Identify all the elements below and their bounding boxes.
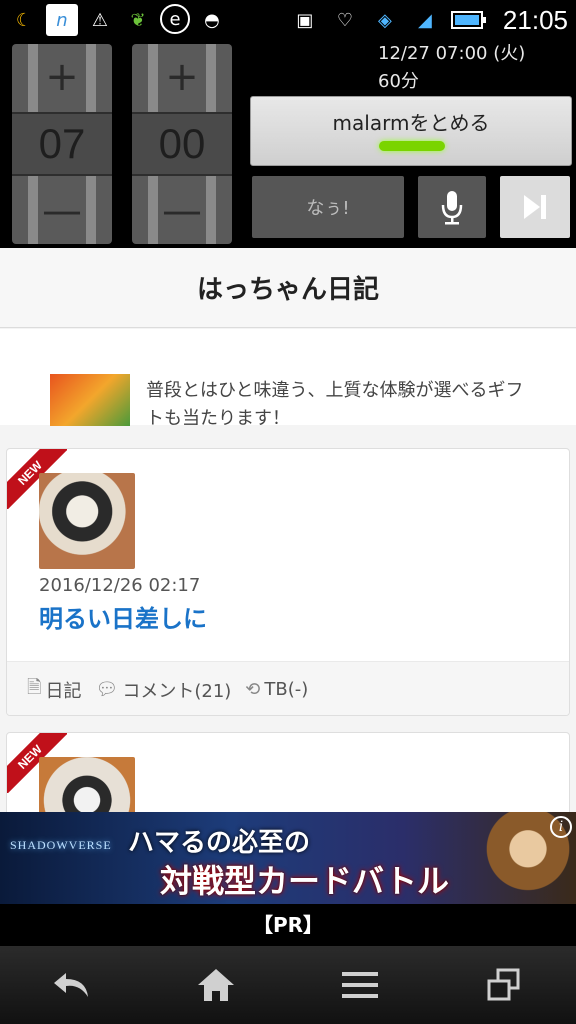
trackback-icon: ⟲ [245, 679, 261, 700]
post-card[interactable]: NEW 2016/12/26 02:17 明るい日差しに 🗎 日記 💬︎ コメン… [6, 448, 570, 716]
wifi-icon: ◈ [378, 9, 392, 31]
back-button[interactable] [22, 950, 122, 1020]
heart-icon: ♡ [336, 9, 353, 31]
minute-value: 00 [132, 112, 232, 176]
stop-alarm-button[interactable]: malarmをとめる [250, 96, 572, 166]
skip-button[interactable] [500, 176, 570, 238]
post-card[interactable]: NEW [6, 732, 570, 812]
trackback-label: TB(-) [264, 679, 309, 700]
minute-plus-button[interactable]: + [132, 44, 232, 110]
navigation-bar [0, 946, 576, 1024]
alarm-widget: + 07 — + 00 — 12/27 07:00 (火) 60分 malarm… [0, 40, 576, 248]
comments-link[interactable]: 💬︎ コメント(21) [95, 677, 231, 703]
skip-next-icon [524, 195, 546, 219]
post-thumbnail[interactable] [39, 757, 135, 812]
leaf-icon: ❦ [130, 9, 146, 31]
post-thumbnail[interactable] [39, 473, 135, 569]
post-meta: 🗎 日記 💬︎ コメント(21) ⟲ TB(-) [7, 661, 569, 715]
promo-text: 普段とはひと味違う、上質な体験が選べるギフトも当たります！ [146, 380, 524, 425]
system-icons: ▣ ♡ ◈ ◢ 21:05 [289, 4, 568, 36]
microphone-icon [441, 191, 463, 225]
hour-value: 07 [12, 112, 112, 176]
comments-label: コメント(21) [122, 680, 232, 702]
voicemail-icon: ▣ [296, 9, 314, 31]
ad-subheadline: 対戦型カードバトル [160, 862, 449, 900]
blog-title[interactable]: はっちゃん日記 [0, 248, 576, 328]
stop-alarm-label: malarmをとめる [332, 111, 490, 135]
warning-icon: ⚠ [91, 9, 109, 31]
category-label: 日記 [45, 680, 82, 702]
alarm-datetime: 12/27 07:00 (火) [378, 43, 526, 64]
menu-icon [342, 972, 378, 998]
e-app-icon: e [160, 4, 190, 34]
trackback-link[interactable]: ⟲ TB(-) [245, 679, 308, 700]
home-icon [198, 969, 234, 1001]
moon-app-icon: ☾ [15, 9, 33, 31]
minute-spinner: + 00 — [132, 44, 232, 244]
microphone-button[interactable] [418, 176, 486, 238]
home-button[interactable] [166, 950, 266, 1020]
recent-apps-icon [487, 968, 520, 1001]
clock: 21:05 [502, 4, 568, 35]
post-title-link[interactable]: 明るい日差しに [39, 599, 207, 634]
comment-icon: 💬︎ [95, 679, 119, 700]
ad-headline: ハマるの必至の [128, 828, 311, 858]
pr-label: 【PR】 [0, 904, 576, 946]
document-icon: 🗎 [27, 676, 42, 698]
promo-image [50, 374, 130, 426]
post-date: 2016/12/26 02:17 [39, 575, 201, 596]
hour-plus-button[interactable]: + [12, 44, 112, 110]
menu-button[interactable] [310, 950, 410, 1020]
alarm-duration: 60分 [378, 71, 419, 92]
note-app-icon: n [46, 4, 78, 36]
ad-banner[interactable]: SHADOWVERSE ハマるの必至の 対戦型カードバトル i [0, 812, 576, 904]
category-link[interactable]: 🗎 日記 [27, 675, 81, 705]
ad-info-icon[interactable]: i [550, 816, 572, 838]
hour-minus-button[interactable]: — [12, 178, 112, 244]
hour-spinner: + 07 — [12, 44, 112, 244]
status-bar: ☾ n ⚠ ❦ e ◓ ▣ ♡ ◈ ◢ 21:05 [0, 0, 576, 40]
promo-banner[interactable]: 普段とはひと味違う、上質な体験が選べるギフトも当たります！ [0, 329, 576, 426]
alarm-info: 12/27 07:00 (火) 60分 [378, 40, 525, 96]
web-content: はっちゃん日記 普段とはひと味違う、上質な体験が選べるギフトも当たります！ NE… [0, 248, 576, 812]
notification-icons: ☾ n ⚠ ❦ e ◓ [8, 4, 228, 36]
status-led [379, 141, 445, 151]
signal-icon: ◢ [418, 9, 432, 31]
ad-logo: SHADOWVERSE [10, 838, 112, 852]
battery-icon [449, 4, 489, 36]
android-icon: ◓ [204, 9, 220, 31]
nau-button[interactable]: なぅ! [252, 176, 404, 238]
recent-apps-button[interactable] [454, 950, 554, 1020]
back-icon [54, 973, 88, 997]
minute-minus-button[interactable]: — [132, 178, 232, 244]
